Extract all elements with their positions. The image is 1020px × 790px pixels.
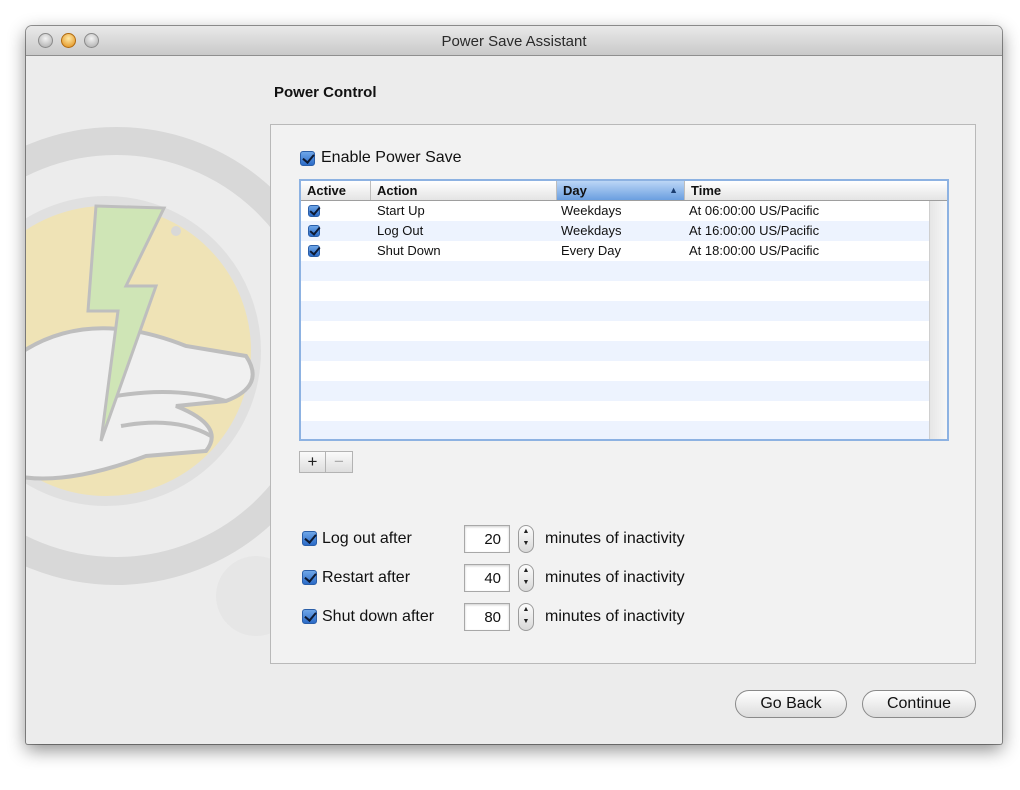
add-schedule-button[interactable]: + <box>299 451 326 473</box>
logout-after-row: Log out after 20 ▲ ▼ minutes of inactivit… <box>302 525 822 553</box>
enable-power-save-row[interactable]: Enable Power Save <box>300 149 462 167</box>
row-time: At 16:00:00 US/Pacific <box>689 223 820 238</box>
shutdown-after-checkbox[interactable] <box>302 609 317 624</box>
row-day: Weekdays <box>561 223 622 238</box>
row-action: Log Out <box>377 223 424 238</box>
restart-minutes-field[interactable]: 40 <box>464 564 510 592</box>
row-action: Start Up <box>377 203 425 218</box>
remove-schedule-button[interactable]: − <box>326 451 353 473</box>
row-day: Every Day <box>561 243 621 258</box>
table-row[interactable]: Log Out Weekdays At 16:00:00 US/Pacific <box>301 221 929 241</box>
row-time: At 06:00:00 US/Pacific <box>689 203 820 218</box>
table-row[interactable]: Shut Down Every Day At 18:00:00 US/Pacif… <box>301 241 929 261</box>
column-header-action[interactable]: Action <box>371 181 557 200</box>
logout-suffix-label: minutes of inactivity <box>545 530 685 547</box>
table-body: Start Up Weekdays At 06:00:00 US/Pacific… <box>301 201 929 439</box>
shutdown-after-row: Shut down after 80 ▲ ▼ minutes of inactiv… <box>302 603 822 631</box>
enable-power-save-label: Enable Power Save <box>321 149 462 166</box>
schedule-table[interactable]: Active Action Day ▲ Time Start Up Weekda… <box>299 179 949 441</box>
window-title: Power Save Assistant <box>441 33 587 50</box>
power-save-window: Power Save Assistant Power Control Enabl… <box>26 26 1002 744</box>
section-title: Power Control <box>274 84 377 101</box>
column-header-day[interactable]: Day ▲ <box>557 181 685 200</box>
logout-minutes-field[interactable]: 20 <box>464 525 510 553</box>
restart-suffix-label: minutes of inactivity <box>545 569 685 586</box>
power-control-panel: Enable Power Save Active Action Day ▲ Ti… <box>270 124 976 664</box>
enable-power-save-checkbox[interactable] <box>300 150 315 166</box>
column-header-day-label: Day <box>563 183 587 198</box>
shutdown-minutes-stepper[interactable]: ▲ ▼ <box>518 603 534 631</box>
row-active-checkbox[interactable] <box>308 225 320 237</box>
logout-after-label: Log out after <box>322 530 412 547</box>
restart-after-row: Restart after 40 ▲ ▼ minutes of inactivit… <box>302 564 822 592</box>
row-action: Shut Down <box>377 243 441 258</box>
add-remove-controls: + − <box>299 451 353 473</box>
sort-ascending-icon: ▲ <box>669 185 678 195</box>
logout-after-checkbox[interactable] <box>302 531 317 546</box>
shutdown-minutes-field[interactable]: 80 <box>464 603 510 631</box>
restart-after-checkbox[interactable] <box>302 570 317 585</box>
row-active-checkbox[interactable] <box>308 205 320 217</box>
go-back-button[interactable]: Go Back <box>735 690 847 718</box>
logout-minutes-stepper[interactable]: ▲ ▼ <box>518 525 534 553</box>
table-row[interactable]: Start Up Weekdays At 06:00:00 US/Pacific <box>301 201 929 221</box>
table-header: Active Action Day ▲ Time <box>301 181 947 201</box>
restart-after-label: Restart after <box>322 569 411 586</box>
title-bar[interactable]: Power Save Assistant <box>26 26 1002 56</box>
column-header-time[interactable]: Time <box>685 181 947 200</box>
continue-button[interactable]: Continue <box>862 690 976 718</box>
row-active-checkbox[interactable] <box>308 245 320 257</box>
row-day: Weekdays <box>561 203 622 218</box>
column-header-active[interactable]: Active <box>301 181 371 200</box>
shutdown-suffix-label: minutes of inactivity <box>545 608 685 625</box>
row-time: At 18:00:00 US/Pacific <box>689 243 820 258</box>
shutdown-after-label: Shut down after <box>322 608 435 625</box>
table-scrollbar[interactable] <box>929 201 947 439</box>
restart-minutes-stepper[interactable]: ▲ ▼ <box>518 564 534 592</box>
